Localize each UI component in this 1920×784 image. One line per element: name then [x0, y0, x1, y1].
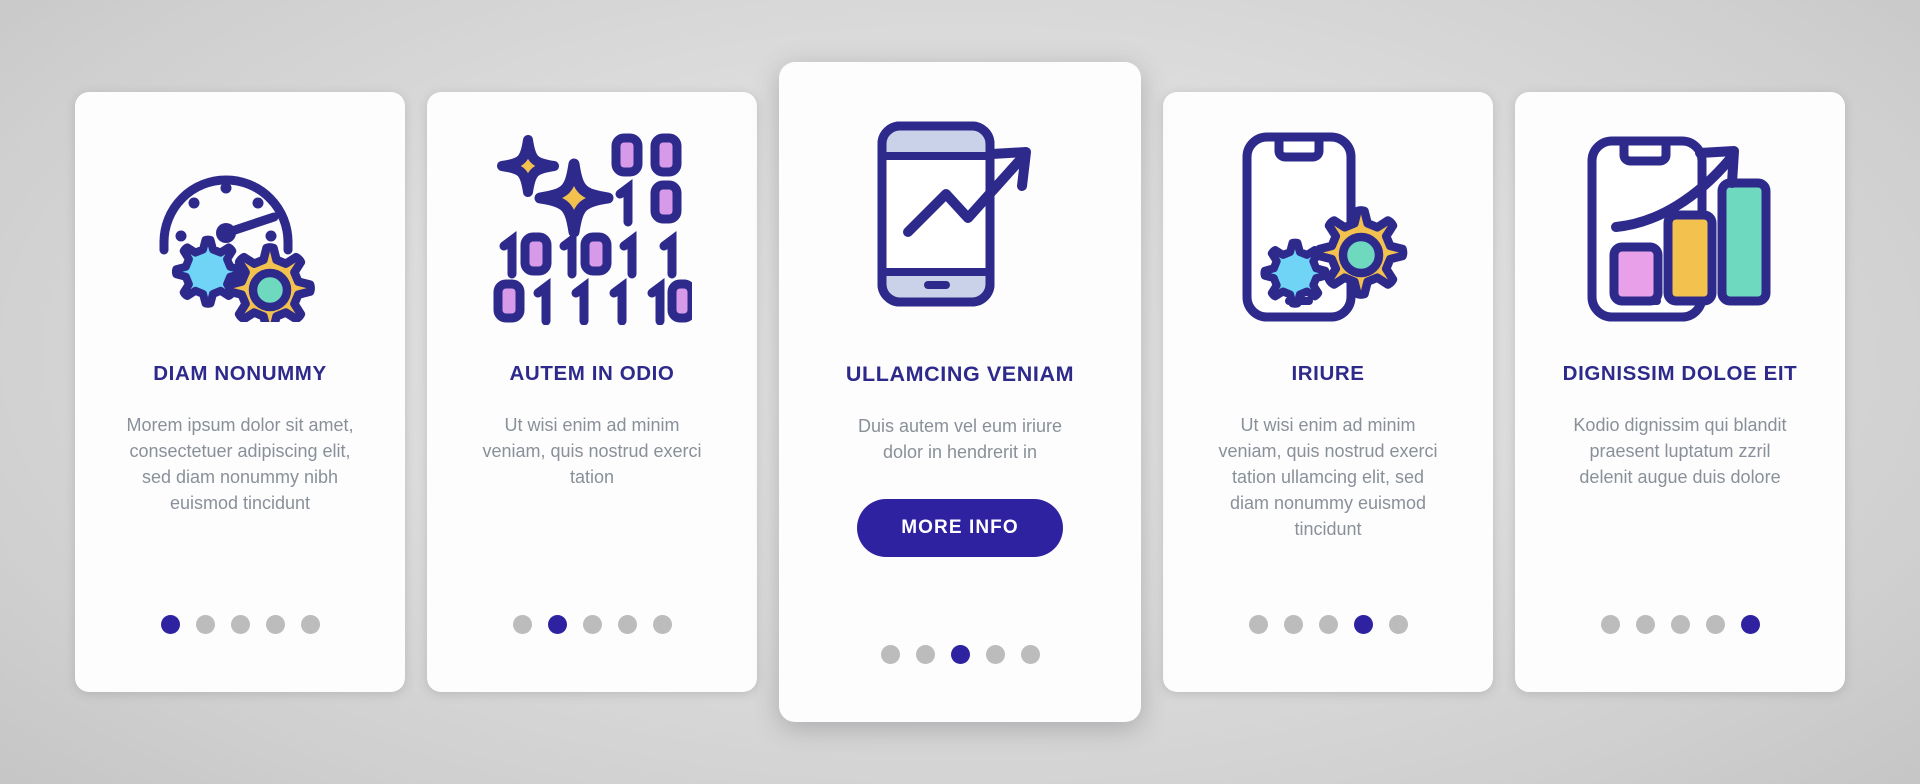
onboarding-card-5[interactable]: DIGNISSIM DOLOE EIT Kodio dignissim qui … — [1515, 92, 1845, 692]
binary-sparkle-icon — [427, 92, 757, 362]
pagination-dot-3[interactable] — [950, 645, 970, 664]
card-title: AUTEM IN ODIO — [509, 362, 675, 385]
pagination-dot-4[interactable] — [265, 615, 285, 634]
pagination-dot-5[interactable] — [652, 615, 672, 634]
pagination-dot-3[interactable] — [1318, 615, 1338, 634]
card-title: IRIURE — [1291, 362, 1365, 385]
pagination-dot-2[interactable] — [915, 645, 935, 664]
pagination-dot-4[interactable] — [1705, 615, 1725, 634]
pagination-dots — [1515, 615, 1845, 634]
phone-bar-chart-arrow-icon — [1515, 92, 1845, 362]
more-info-button[interactable]: MORE INFO — [857, 499, 1063, 558]
pagination-dot-1[interactable] — [1248, 615, 1268, 634]
phone-growth-arrow-icon — [779, 62, 1141, 362]
pagination-dots — [75, 615, 405, 634]
card-description: Duis autem vel eum iriure dolor in hendr… — [857, 416, 1063, 463]
onboarding-card-2[interactable]: AUTEM IN ODIO Ut wisi enim ad minim veni… — [427, 92, 757, 692]
phone-settings-gears-icon — [1163, 92, 1493, 362]
pagination-dot-2[interactable] — [1635, 615, 1655, 634]
pagination-dot-1[interactable] — [160, 615, 180, 634]
card-title: DIAM NONUMMY — [153, 362, 327, 385]
pagination-dot-2[interactable] — [547, 615, 567, 634]
pagination-dots — [427, 615, 757, 634]
pagination-dot-2[interactable] — [195, 615, 215, 634]
onboarding-card-1[interactable]: DIAM NONUMMY Morem ipsum dolor sit amet,… — [75, 92, 405, 692]
pagination-dot-5[interactable] — [1020, 645, 1040, 664]
pagination-dot-3[interactable] — [230, 615, 250, 634]
pagination-dot-4[interactable] — [1353, 615, 1373, 634]
pagination-dot-4[interactable] — [617, 615, 637, 634]
pagination-dot-4[interactable] — [985, 645, 1005, 664]
pagination-dot-2[interactable] — [1283, 615, 1303, 634]
card-title: DIGNISSIM DOLOE EIT — [1562, 362, 1798, 385]
onboarding-card-3-featured[interactable]: ULLAMCING VENIAM Duis autem vel eum iriu… — [779, 62, 1141, 722]
pagination-dot-5[interactable] — [1740, 615, 1760, 634]
card-description: Morem ipsum dolor sit amet, consectetuer… — [126, 415, 354, 514]
card-description: Ut wisi enim ad minim veniam, quis nostr… — [482, 415, 702, 488]
pagination-dot-3[interactable] — [582, 615, 602, 634]
pagination-dot-1[interactable] — [880, 645, 900, 664]
pagination-dot-5[interactable] — [1388, 615, 1408, 634]
speedometer-gears-icon — [75, 92, 405, 362]
pagination-dot-5[interactable] — [300, 615, 320, 634]
pagination-dots — [779, 645, 1141, 664]
card-description: Kodio dignissim qui blandit praesent lup… — [1573, 415, 1787, 488]
onboarding-card-4[interactable]: IRIURE Ut wisi enim ad minim veniam, qui… — [1163, 92, 1493, 692]
pagination-dots — [1163, 615, 1493, 634]
card-description: Ut wisi enim ad minim veniam, quis nostr… — [1218, 415, 1438, 540]
pagination-dot-1[interactable] — [1600, 615, 1620, 634]
pagination-dot-3[interactable] — [1670, 615, 1690, 634]
onboarding-card-row: DIAM NONUMMY Morem ipsum dolor sit amet,… — [0, 0, 1920, 784]
card-title: ULLAMCING VENIAM — [845, 362, 1075, 386]
pagination-dot-1[interactable] — [512, 615, 532, 634]
